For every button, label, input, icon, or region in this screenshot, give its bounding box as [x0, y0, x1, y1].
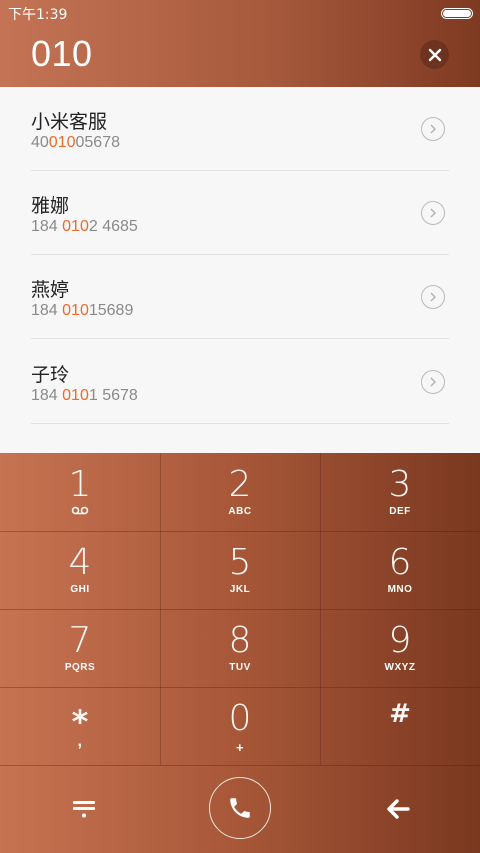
contact-name: 子玲: [31, 364, 70, 386]
dialed-number-display[interactable]: 010: [31, 33, 93, 75]
key-letters: MNO: [387, 584, 413, 595]
contact-number: 184 01015689: [31, 302, 134, 319]
contact-name: 燕婷: [31, 279, 70, 301]
key-letters: TUV: [229, 662, 251, 673]
key-digit: *: [71, 703, 89, 741]
key-0[interactable]: 0 +: [160, 687, 320, 765]
contact-detail-button[interactable]: [421, 285, 445, 309]
key-5[interactable]: 5 JKL: [160, 531, 320, 609]
key-digit: 7: [68, 620, 92, 661]
key-letters: PQRS: [64, 662, 96, 673]
key-6[interactable]: 6 MNO: [320, 531, 480, 609]
contact-detail-button[interactable]: [421, 201, 445, 225]
contact-number: 4001005678: [31, 134, 120, 151]
clear-input-button[interactable]: [420, 40, 449, 69]
list-item[interactable]: 燕婷 184 01015689: [31, 255, 449, 339]
dial-pad: 1 2 ABC 3 DEF 4 GHI 5 JKL 6 MNO 7 PQRS 8…: [0, 453, 480, 853]
key-digit: 2: [228, 464, 252, 505]
key-1[interactable]: 1: [0, 453, 160, 531]
list-item[interactable]: 雅娜 184 0102 4685: [31, 171, 449, 255]
close-icon: [428, 48, 441, 61]
contact-name: 雅娜: [31, 195, 70, 217]
key-letters: GHI: [70, 584, 90, 595]
menu-button[interactable]: [60, 789, 108, 829]
key-8[interactable]: 8 TUV: [160, 609, 320, 687]
menu-icon: [73, 801, 95, 818]
key-3[interactable]: 3 DEF: [320, 453, 480, 531]
chevron-right-icon: [430, 124, 436, 134]
contact-number: 184 0101 5678: [31, 387, 138, 404]
key-digit: 4: [68, 542, 92, 583]
contact-detail-button[interactable]: [421, 370, 445, 394]
backspace-button[interactable]: [374, 789, 422, 829]
key-9[interactable]: 9 WXYZ: [320, 609, 480, 687]
battery-icon: [441, 8, 473, 19]
status-time: 下午1:39: [8, 7, 68, 23]
key-letters: JKL: [229, 584, 251, 595]
key-2[interactable]: 2 ABC: [160, 453, 320, 531]
chevron-right-icon: [430, 208, 436, 218]
contact-name: 小米客服: [31, 111, 108, 133]
contact-detail-button[interactable]: [421, 117, 445, 141]
call-button[interactable]: [209, 777, 271, 839]
contact-match-list: 小米客服 4001005678 雅娜 184 0102 4685 燕婷 184 …: [0, 87, 480, 453]
list-item[interactable]: 子玲 184 0101 5678: [31, 340, 449, 424]
phone-icon: [230, 798, 250, 818]
key-digit: 6: [388, 542, 412, 583]
key-star[interactable]: * ,: [0, 687, 160, 765]
key-pound[interactable]: #: [320, 687, 480, 765]
key-digit: 5: [228, 542, 252, 583]
key-letters: DEF: [389, 506, 411, 517]
key-letters: +: [235, 740, 245, 755]
key-letters: ABC: [228, 506, 252, 517]
key-7[interactable]: 7 PQRS: [0, 609, 160, 687]
key-4[interactable]: 4 GHI: [0, 531, 160, 609]
divider: [0, 765, 480, 766]
key-digit: 3: [388, 464, 412, 505]
key-digit: 1: [68, 464, 92, 505]
voicemail-icon: [71, 506, 89, 518]
list-item[interactable]: 小米客服 4001005678: [31, 87, 449, 171]
chevron-right-icon: [430, 377, 436, 387]
backspace-arrow-icon: [387, 799, 410, 819]
key-digit: 0: [228, 698, 252, 739]
dialer-header: 下午1:39 010: [0, 0, 480, 87]
key-digit: 9: [388, 620, 412, 661]
chevron-right-icon: [430, 292, 436, 302]
contact-number: 184 0102 4685: [31, 218, 138, 235]
key-digit: #: [389, 699, 411, 729]
key-digit: 8: [228, 620, 252, 661]
key-letters: WXYZ: [384, 662, 416, 673]
